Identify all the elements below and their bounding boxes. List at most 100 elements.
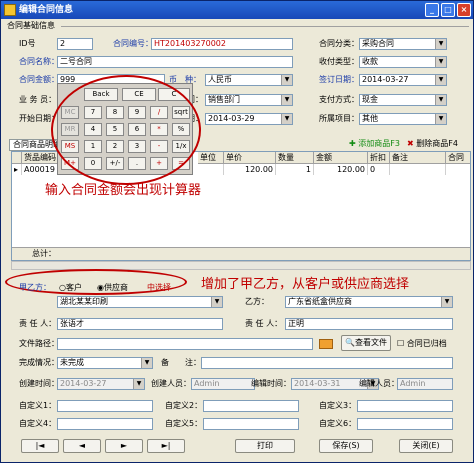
custom5-label: 自定义5： (165, 419, 203, 428)
chevron-down-icon[interactable]: ▼ (281, 75, 292, 85)
grid-cell-discount[interactable]: 0 (368, 164, 390, 175)
created-time-value: 2014-03-27 (60, 379, 107, 388)
category-select[interactable]: 采购合同 ▼ (359, 38, 447, 50)
grid-header-remark[interactable]: 备注 (390, 152, 446, 164)
delete-product-button[interactable]: ✖ 删除商品F4 (407, 139, 458, 149)
chevron-down-icon[interactable]: ▼ (435, 114, 446, 124)
creator-field: Admin (191, 378, 255, 390)
grid-cell-price[interactable]: 120.00 (224, 164, 276, 175)
payment-type-select[interactable]: 收款 ▼ (359, 56, 447, 68)
save-button[interactable]: 保存(S) (319, 439, 373, 453)
grid-header-price[interactable]: 单价 (224, 152, 276, 164)
dept-select[interactable]: 销售部门 ▼ (205, 94, 293, 106)
party-b-label: 乙方： (245, 297, 269, 306)
end-date-picker[interactable]: 2014-03-29 ▼ (205, 113, 293, 125)
close-window-button[interactable]: × (457, 3, 471, 17)
remark-field[interactable] (201, 357, 453, 369)
custom4-label: 自定义4： (19, 419, 57, 428)
grid-header-discount[interactable]: 折扣 (368, 152, 390, 164)
resp-a-label: 责 任 人： (19, 319, 57, 328)
grid-header-contract[interactable]: 合同 (446, 152, 470, 164)
category-label: 合同分类： (319, 39, 359, 48)
calc-highlight-ellipse (51, 75, 201, 185)
grid-header-qty[interactable]: 数量 (276, 152, 314, 164)
chevron-down-icon[interactable]: ▼ (435, 95, 446, 105)
last-record-button[interactable]: ►| (147, 439, 185, 453)
clerk-label: 业 务 员： (19, 95, 57, 104)
view-file-label: 查看文件 (354, 338, 387, 347)
radio-unchecked-icon: ○ (59, 283, 66, 292)
sign-date-picker[interactable]: 2014-03-27 ▼ (359, 74, 447, 86)
custom4-field[interactable] (57, 418, 153, 430)
radio-supplier[interactable]: ◉供应商 (97, 283, 128, 293)
app-icon (4, 4, 16, 16)
grid-header-amount[interactable]: 金额 (314, 152, 368, 164)
chevron-down-icon[interactable]: ▼ (435, 57, 446, 67)
party-a-field[interactable]: 湖北某某印刷 ▼ (57, 296, 223, 308)
custom1-field[interactable] (57, 400, 153, 412)
chevron-down-icon[interactable]: ▼ (441, 297, 452, 307)
custom2-field[interactable] (203, 400, 299, 412)
prev-record-button[interactable]: ◄ (63, 439, 101, 453)
custom5-field[interactable] (203, 418, 299, 430)
contract-no-field[interactable]: HT201403270002 (151, 38, 293, 50)
chevron-down-icon[interactable]: ▼ (435, 39, 446, 49)
resp-b-field[interactable]: 正明 (285, 318, 453, 330)
view-file-button[interactable]: 🔍查看文件 (341, 335, 391, 351)
pay-method-select[interactable]: 现金 ▼ (359, 94, 447, 106)
basic-info-section-title: 合同基础信息 (7, 21, 55, 30)
print-button[interactable]: 打印 (235, 439, 295, 453)
first-record-button[interactable]: |◄ (21, 439, 59, 453)
file-path-field[interactable] (57, 338, 313, 350)
id-field[interactable]: 2 (57, 38, 93, 50)
folder-icon[interactable] (319, 339, 333, 349)
maximize-button[interactable]: □ (441, 3, 455, 17)
close-button[interactable]: 关闭(E) (399, 439, 453, 453)
category-value: 采购合同 (362, 39, 394, 48)
window-title: 编辑合同信息 (19, 5, 74, 15)
creator-label: 创建人员： (151, 379, 191, 388)
contract-name-field[interactable]: 二号合同 (57, 56, 293, 68)
grid-cell-unit[interactable] (198, 164, 224, 175)
grid-cell-qty[interactable]: 1 (276, 164, 314, 175)
grid-header-unit[interactable]: 单位 (198, 152, 224, 164)
chevron-down-icon[interactable]: ▼ (211, 297, 222, 307)
custom3-field[interactable] (357, 400, 453, 412)
title-bar: 编辑合同信息 _ □ × (1, 1, 473, 19)
currency-select[interactable]: 人民币 ▼ (205, 74, 293, 86)
industry-select[interactable]: 其他 ▼ (359, 113, 447, 125)
chevron-down-icon[interactable]: ▼ (281, 95, 292, 105)
total-label: 总计： (32, 249, 56, 258)
custom6-field[interactable] (357, 418, 453, 430)
file-path-label: 文件路径： (19, 339, 59, 348)
add-product-button[interactable]: ✚ 添加商品F3 (349, 139, 400, 149)
complete-select[interactable]: 未完成 ▼ (57, 357, 153, 369)
chevron-down-icon[interactable]: ▼ (435, 75, 446, 85)
remark-label: 备 注： (161, 358, 201, 367)
custom1-label: 自定义1： (19, 401, 57, 410)
editor-label: 编辑人员： (359, 379, 399, 388)
archived-label: 合同已归档 (406, 339, 447, 348)
id-label: ID号 (19, 39, 36, 48)
archived-checkbox[interactable]: ☐ 合同已归档 (397, 339, 447, 349)
radio-customer[interactable]: ○客户 (59, 283, 82, 293)
resp-a-field[interactable]: 张语才 (57, 318, 223, 330)
grid-cell-amount[interactable]: 120.00 (314, 164, 368, 175)
delete-icon: ✖ (407, 139, 414, 148)
grid-cell-remark[interactable] (390, 164, 446, 175)
chevron-down-icon[interactable]: ▼ (141, 358, 152, 368)
next-record-button[interactable]: ► (105, 439, 143, 453)
party-a-label: 甲乙方： (19, 283, 51, 292)
party-b-field[interactable]: 广东省纸盒供应商 ▼ (285, 296, 453, 308)
complete-value: 未完成 (60, 358, 84, 367)
edit-time-label: 编辑时间： (251, 379, 291, 388)
industry-value: 其他 (362, 114, 378, 123)
party-annotation: 增加了甲乙方，从客户或供应商选择 (201, 277, 410, 292)
created-time-field: 2014-03-27 ▼ (57, 378, 145, 390)
calc-annotation: 输入合同金额会出现计算器 (45, 183, 202, 198)
custom3-label: 自定义3： (319, 401, 357, 410)
pay-method-value: 现金 (362, 95, 378, 104)
minimize-button[interactable]: _ (425, 3, 439, 17)
created-time-label: 创建时间： (19, 379, 59, 388)
chevron-down-icon[interactable]: ▼ (281, 114, 292, 124)
